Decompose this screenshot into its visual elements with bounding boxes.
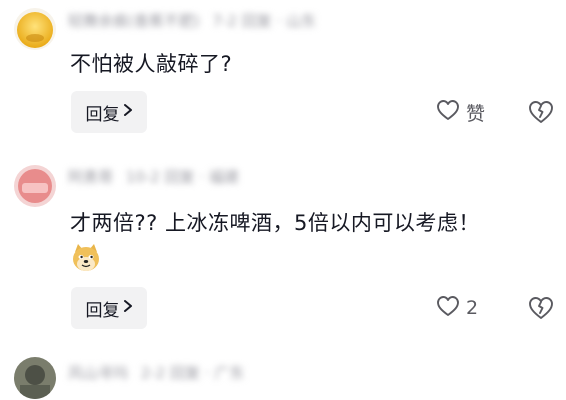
comment-meta: 阿勇哥 10-2 回复 · 福建 bbox=[68, 166, 247, 186]
avatar[interactable] bbox=[14, 8, 56, 50]
like-button[interactable]: 2 bbox=[436, 293, 478, 323]
comment-item: 阿勇哥 10-2 回复 · 福建 才两倍?? 上冰冻啤酒，5倍以内可以考虑！ 回… bbox=[0, 150, 566, 340]
reply-label: 回复 bbox=[85, 300, 120, 321]
username[interactable]: 阿勇哥 bbox=[68, 168, 113, 186]
avatar-image bbox=[14, 8, 56, 50]
comment-meta: 轻舞余痕(香蕉不肥) 7-2 回复 · 山东 bbox=[68, 10, 324, 30]
comment-meta: 风山寻玛 2-2 回复 · 广东 bbox=[68, 362, 252, 382]
reply-button[interactable]: 回复 bbox=[71, 91, 147, 133]
broken-heart-icon[interactable] bbox=[527, 295, 555, 323]
comment-time-location: 10-2 回复 · 福建 bbox=[125, 168, 239, 186]
chevron-right-icon bbox=[123, 298, 133, 318]
avatar-image bbox=[14, 357, 56, 399]
chevron-right-icon bbox=[123, 102, 133, 122]
like-button[interactable]: 赞 bbox=[436, 97, 485, 127]
comment-text: 才两倍?? 上冰冻啤酒，5倍以内可以考虑！ bbox=[70, 211, 480, 235]
comment-item: 风山寻玛 2-2 回复 · 广东 bbox=[0, 340, 566, 400]
like-label: 赞 bbox=[466, 102, 486, 125]
heart-outline-icon bbox=[436, 99, 460, 125]
username[interactable]: 轻舞余痕(香蕉不肥) bbox=[68, 12, 200, 30]
comment-time-location: 7-2 回复 · 山东 bbox=[212, 12, 317, 30]
comment-text: 不怕被人敲碎了? bbox=[70, 52, 233, 76]
heart-outline-icon bbox=[436, 295, 460, 321]
avatar-image bbox=[14, 165, 56, 207]
avatar[interactable] bbox=[14, 165, 56, 207]
comment-time-location: 2-2 回复 · 广东 bbox=[140, 364, 245, 382]
broken-heart-icon[interactable] bbox=[527, 99, 555, 127]
like-count: 2 bbox=[466, 297, 479, 319]
comment-item: 轻舞余痕(香蕉不肥) 7-2 回复 · 山东 不怕被人敲碎了? 回复 赞 bbox=[0, 0, 566, 150]
username[interactable]: 风山寻玛 bbox=[68, 364, 128, 382]
avatar[interactable] bbox=[14, 357, 56, 399]
reply-label: 回复 bbox=[85, 104, 120, 125]
reply-button[interactable]: 回复 bbox=[71, 287, 147, 329]
doge-emoji bbox=[70, 242, 102, 274]
